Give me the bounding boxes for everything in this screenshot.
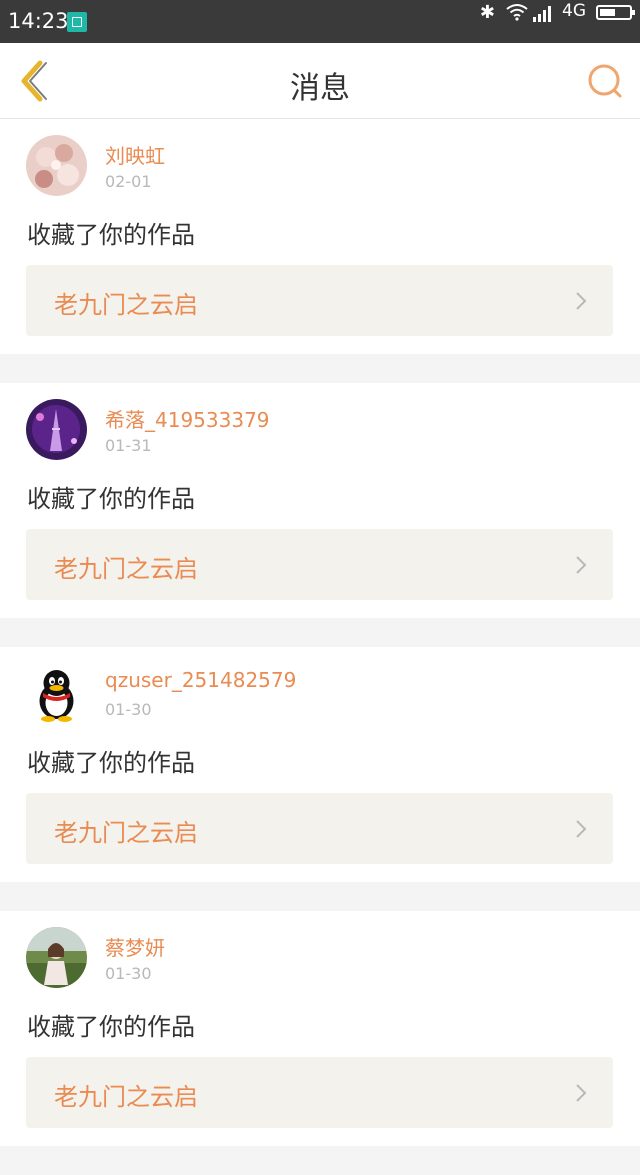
username[interactable]: 刘映虹: [105, 140, 165, 169]
status-time: 14:23: [8, 9, 69, 33]
action-text: 收藏了你的作品: [27, 749, 195, 777]
action-text: 收藏了你的作品: [27, 221, 195, 249]
chevron-right-icon: [576, 820, 587, 838]
bluetooth-icon: ✱: [479, 2, 495, 23]
avatar[interactable]: [26, 663, 87, 724]
wifi-icon: [506, 4, 528, 21]
message-card: 刘映虹 02-01 收藏了你的作品 老九门之云启: [0, 119, 640, 354]
work-title: 老九门之云启: [54, 819, 198, 847]
work-link[interactable]: 老九门之云启: [26, 265, 613, 336]
work-link[interactable]: 老九门之云启: [26, 529, 613, 600]
work-title: 老九门之云启: [54, 555, 198, 583]
avatar[interactable]: [26, 399, 87, 460]
signal-icon: [533, 6, 551, 22]
work-title: 老九门之云启: [54, 1083, 198, 1111]
message-date: 02-01: [105, 172, 152, 191]
avatar[interactable]: [26, 927, 87, 988]
message-card: 希落_419533379 01-31 收藏了你的作品 老九门之云启: [0, 383, 640, 618]
username[interactable]: 蔡梦妍: [105, 932, 165, 961]
message-date: 01-31: [105, 436, 152, 455]
screenshot-icon: [67, 12, 87, 32]
username[interactable]: 希落_419533379: [105, 404, 270, 433]
work-title: 老九门之云启: [54, 291, 198, 319]
avatar[interactable]: [26, 135, 87, 196]
message-date: 01-30: [105, 700, 152, 719]
action-text: 收藏了你的作品: [27, 485, 195, 513]
chevron-right-icon: [576, 292, 587, 310]
chevron-right-icon: [576, 556, 587, 574]
work-link[interactable]: 老九门之云启: [26, 1057, 613, 1128]
chevron-right-icon: [576, 1084, 587, 1102]
battery-level: [600, 9, 615, 16]
message-card: qzuser_251482579 01-30 收藏了你的作品 老九门之云启: [0, 647, 640, 882]
battery-icon: [596, 5, 635, 20]
message-date: 01-30: [105, 964, 152, 983]
page-title: 消息: [290, 71, 350, 106]
message-card: 蔡梦妍 01-30 收藏了你的作品 老九门之云启: [0, 911, 640, 1146]
work-link[interactable]: 老九门之云启: [26, 793, 613, 864]
status-bar: 14:23 ✱ 4G: [0, 0, 640, 43]
username[interactable]: qzuser_251482579: [105, 668, 296, 692]
top-bar: 消息: [0, 43, 640, 271]
message-list: 刘映虹 02-01 收藏了你的作品 老九门之云启 希落_419533379 01…: [0, 119, 640, 1175]
search-button[interactable]: [582, 58, 630, 106]
network-type: 4G: [562, 1, 586, 21]
action-text: 收藏了你的作品: [27, 1013, 195, 1041]
